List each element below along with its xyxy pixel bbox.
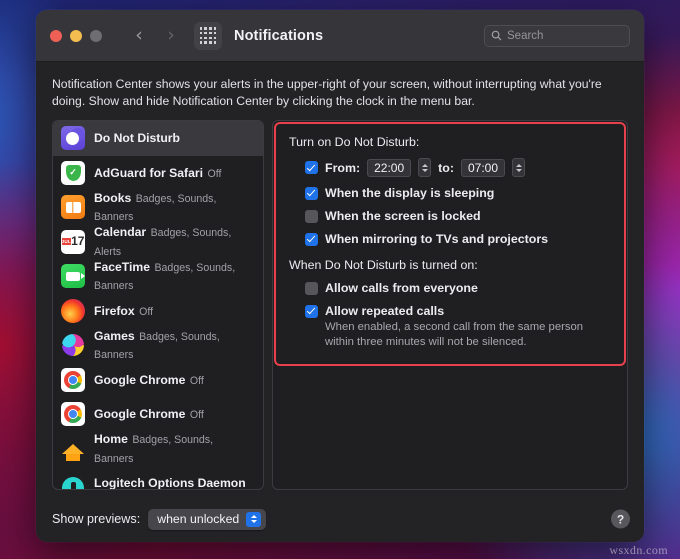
window-titlebar: ‹ › Notifications xyxy=(36,10,644,62)
sidebar-item-logitech-options-daemon[interactable]: Logitech Options Daemon xyxy=(53,466,263,489)
calendar-icon-month: JUL xyxy=(61,238,72,246)
option-label: Allow calls from everyone xyxy=(325,281,478,295)
traffic-lights xyxy=(50,29,102,42)
do-not-disturb-detail-pane: Turn on Do Not Disturb: From: 22:00 to: … xyxy=(272,120,628,490)
from-label: From: xyxy=(325,160,361,175)
home-icon xyxy=(61,436,85,461)
app-list-sidebar[interactable]: Do Not Disturb ✓ AdGuard for Safari Off xyxy=(52,120,264,490)
chevron-left-icon[interactable]: ‹ xyxy=(126,23,152,49)
sidebar-item-adguard-for-safari[interactable]: ✓ AdGuard for Safari Off xyxy=(53,156,263,191)
sidebar-item-firefox[interactable]: Firefox Off xyxy=(53,294,263,329)
sidebar-item-sublabel: Off xyxy=(207,167,222,180)
system-preferences-window: ‹ › Notifications Notification Center sh… xyxy=(36,10,644,542)
adguard-icon: ✓ xyxy=(61,160,85,185)
option-display-sleeping[interactable]: When the display is sleeping xyxy=(305,186,611,200)
games-icon xyxy=(61,333,85,358)
from-time-input[interactable]: 22:00 xyxy=(367,158,412,177)
schedule-checkbox[interactable] xyxy=(305,161,318,174)
sidebar-item-home[interactable]: Home Badges, Sounds, Banners xyxy=(53,432,263,467)
app-list: Do Not Disturb ✓ AdGuard for Safari Off xyxy=(53,121,263,489)
chevron-right-icon[interactable]: › xyxy=(158,23,184,49)
allow-calls-everyone-checkbox[interactable] xyxy=(305,281,318,295)
sidebar-item-sublabel: Off xyxy=(189,374,204,387)
facetime-icon xyxy=(61,264,85,289)
turn-on-group-label: Turn on Do Not Disturb: xyxy=(289,135,420,149)
option-label: When the screen is locked xyxy=(325,209,481,223)
option-label: Allow repeated calls xyxy=(325,304,445,318)
sidebar-item-label: Games xyxy=(94,328,135,343)
window-footer: Show previews: when unlocked ? xyxy=(36,496,644,542)
minimize-button[interactable] xyxy=(70,29,82,42)
sidebar-item-label: Books xyxy=(94,190,132,205)
sidebar-item-label: Logitech Options Daemon xyxy=(94,476,246,489)
show-previews-select[interactable]: when unlocked xyxy=(148,508,267,530)
nav-buttons: ‹ › xyxy=(126,23,184,49)
sidebar-item-sublabel: Off xyxy=(139,305,154,318)
sidebar-item-label: Calendar xyxy=(94,225,147,240)
option-screen-locked[interactable]: When the screen is locked xyxy=(305,209,611,223)
chrome-icon xyxy=(61,367,85,392)
search-field[interactable] xyxy=(484,24,630,47)
sidebar-item-google-chrome-2[interactable]: Google Chrome Off xyxy=(53,397,263,432)
option-label: When the display is sleeping xyxy=(325,186,495,200)
sidebar-item-label: Home xyxy=(94,432,128,447)
books-icon xyxy=(61,195,85,220)
window-body: Notification Center shows your alerts in… xyxy=(36,62,644,496)
chevron-updown-icon xyxy=(246,511,262,527)
show-previews-label: Show previews: xyxy=(52,512,141,526)
sidebar-item-google-chrome-1[interactable]: Google Chrome Off xyxy=(53,363,263,398)
do-not-disturb-form: Turn on Do Not Disturb: From: 22:00 to: … xyxy=(273,121,627,350)
option-allow-calls-everyone[interactable]: Allow calls from everyone xyxy=(305,281,611,295)
calendar-icon-day: 17 xyxy=(71,234,85,249)
page-title: Notifications xyxy=(234,27,324,44)
to-time-stepper[interactable] xyxy=(512,158,525,177)
sidebar-item-facetime[interactable]: FaceTime Badges, Sounds, Banners xyxy=(53,259,263,294)
to-label: to: xyxy=(438,160,454,175)
search-icon xyxy=(491,30,502,41)
do-not-disturb-icon xyxy=(61,126,85,151)
mirroring-checkbox[interactable] xyxy=(305,232,318,246)
app-grid-icon[interactable] xyxy=(194,21,222,50)
sidebar-item-games[interactable]: Games Badges, Sounds, Banners xyxy=(53,328,263,363)
schedule-row[interactable]: From: 22:00 to: 07:00 xyxy=(305,158,611,177)
sidebar-item-label: Firefox xyxy=(94,303,135,318)
watermark: wsxdn.com xyxy=(609,543,668,557)
sidebar-item-label: FaceTime xyxy=(94,259,151,274)
sidebar-item-calendar[interactable]: JUL 17 Calendar Badges, Sounds, Alerts xyxy=(53,225,263,260)
turned-on-group-label: When Do Not Disturb is turned on: xyxy=(289,258,478,272)
from-time-stepper[interactable] xyxy=(418,158,432,177)
screen-locked-checkbox[interactable] xyxy=(305,209,318,223)
sidebar-item-label: Google Chrome xyxy=(94,372,186,387)
description-text: Notification Center shows your alerts in… xyxy=(52,77,602,108)
firefox-icon xyxy=(61,298,85,323)
show-previews-value: when unlocked xyxy=(157,512,240,526)
sidebar-item-label: Google Chrome xyxy=(94,407,186,422)
close-button[interactable] xyxy=(50,29,62,42)
display-sleeping-checkbox[interactable] xyxy=(305,186,318,200)
option-allow-repeated-calls[interactable]: Allow repeated calls xyxy=(305,304,611,318)
search-input[interactable] xyxy=(507,29,623,42)
to-time-input[interactable]: 07:00 xyxy=(460,158,505,177)
sidebar-item-label: AdGuard for Safari xyxy=(94,165,204,180)
sidebar-item-do-not-disturb[interactable]: Do Not Disturb xyxy=(53,121,263,156)
option-mirroring[interactable]: When mirroring to TVs and projectors xyxy=(305,232,611,246)
help-button[interactable]: ? xyxy=(611,509,630,529)
calendar-icon: JUL 17 xyxy=(61,229,85,254)
sidebar-item-books[interactable]: Books Badges, Sounds, Banners xyxy=(53,190,263,225)
chrome-icon xyxy=(61,402,85,427)
sidebar-item-label: Do Not Disturb xyxy=(94,131,180,146)
logitech-icon xyxy=(61,471,85,489)
panes: Do Not Disturb ✓ AdGuard for Safari Off xyxy=(52,120,628,496)
allow-repeated-calls-checkbox[interactable] xyxy=(305,304,318,318)
option-label: When mirroring to TVs and projectors xyxy=(325,232,549,246)
sidebar-item-sublabel: Off xyxy=(189,409,204,422)
repeated-calls-help-text: When enabled, a second call from the sam… xyxy=(325,321,584,348)
zoom-button[interactable] xyxy=(90,29,102,42)
